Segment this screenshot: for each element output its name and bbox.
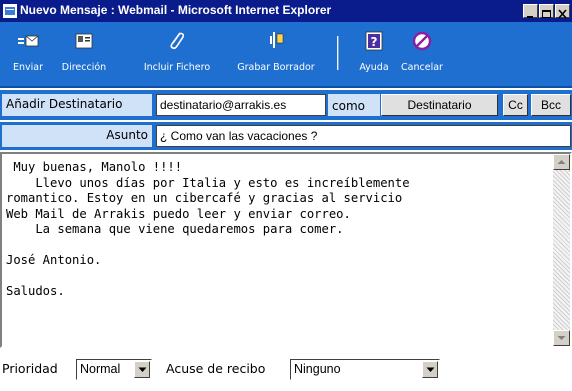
scroll-up-button[interactable] bbox=[553, 154, 570, 170]
cancel-button[interactable]: Cancelar bbox=[392, 30, 452, 84]
subject-input[interactable]: ¿ Como van las vacaciones ? bbox=[156, 125, 571, 147]
send-button[interactable]: Enviar bbox=[6, 30, 50, 84]
cancel-icon bbox=[412, 31, 432, 51]
save-draft-label: Grabar Borrador bbox=[237, 62, 315, 73]
toolbar-separator bbox=[337, 36, 339, 70]
priority-value: Normal bbox=[80, 362, 121, 376]
save-draft-icon bbox=[270, 32, 284, 48]
options-footer: Prioridad Normal Acuse de recibo Ninguno bbox=[0, 350, 572, 391]
close-icon bbox=[558, 9, 567, 19]
internet-explorer-icon bbox=[3, 4, 17, 18]
window-title: Nuevo Mensaje : Webmail - Microsoft Inte… bbox=[20, 3, 332, 17]
address-label: Dirección bbox=[61, 62, 107, 73]
arrow-up-icon bbox=[557, 160, 566, 164]
subject-label: Asunto bbox=[2, 125, 152, 147]
receipt-select[interactable]: Ninguno bbox=[290, 359, 440, 380]
address-button[interactable]: Dirección bbox=[58, 30, 110, 84]
recipient-input[interactable]: destinatario@arrakis.es bbox=[156, 94, 326, 116]
add-recipient-label: Añadir Destinatario bbox=[2, 94, 152, 116]
cc-button[interactable]: Cc bbox=[503, 94, 528, 116]
minimize-button[interactable] bbox=[523, 4, 538, 18]
arrow-down-icon bbox=[557, 336, 566, 340]
vertical-scrollbar[interactable] bbox=[553, 154, 570, 346]
receipt-label: Acuse de recibo bbox=[166, 361, 266, 376]
send-label: Enviar bbox=[12, 62, 43, 73]
message-body-textarea[interactable]: Muy buenas, Manolo !!!! Llevo unos días … bbox=[6, 160, 551, 342]
save-draft-button[interactable]: Grabar Borrador bbox=[227, 30, 325, 84]
send-icon bbox=[18, 35, 39, 47]
chevron-down-icon bbox=[426, 367, 435, 372]
maximize-icon bbox=[542, 10, 551, 18]
paperclip-icon bbox=[170, 32, 185, 50]
como-label: como bbox=[328, 94, 380, 116]
priority-dropdown-button[interactable] bbox=[134, 361, 150, 378]
close-button[interactable] bbox=[555, 4, 570, 19]
attach-file-label: Incluir Fichero bbox=[143, 62, 211, 73]
bcc-button[interactable]: Bcc bbox=[531, 94, 571, 116]
toolbar: Enviar Dirección Incluir Fichero Grabar … bbox=[0, 22, 572, 88]
scroll-down-button[interactable] bbox=[553, 330, 570, 346]
maximize-button[interactable] bbox=[539, 4, 554, 18]
chevron-down-icon bbox=[138, 367, 147, 372]
priority-label: Prioridad bbox=[2, 361, 58, 376]
priority-select[interactable]: Normal bbox=[76, 359, 152, 380]
minimize-icon bbox=[527, 16, 533, 18]
cancel-label: Cancelar bbox=[401, 62, 443, 73]
svg-text:?: ? bbox=[371, 35, 378, 49]
receipt-dropdown-button[interactable] bbox=[422, 361, 438, 378]
subject-row: Asunto ¿ Como van las vacaciones ? bbox=[0, 122, 572, 150]
address-book-icon bbox=[75, 33, 93, 49]
message-body-area: Muy buenas, Manolo !!!! Llevo unos días … bbox=[0, 152, 572, 348]
help-icon: ? bbox=[365, 31, 383, 51]
recipient-row: Añadir Destinatario destinatario@arrakis… bbox=[0, 90, 572, 120]
receipt-value: Ninguno bbox=[294, 362, 341, 376]
title-bar: Nuevo Mensaje : Webmail - Microsoft Inte… bbox=[0, 0, 572, 22]
attach-file-button[interactable]: Incluir Fichero bbox=[134, 30, 220, 84]
destinatario-button[interactable]: Destinatario bbox=[381, 94, 498, 116]
